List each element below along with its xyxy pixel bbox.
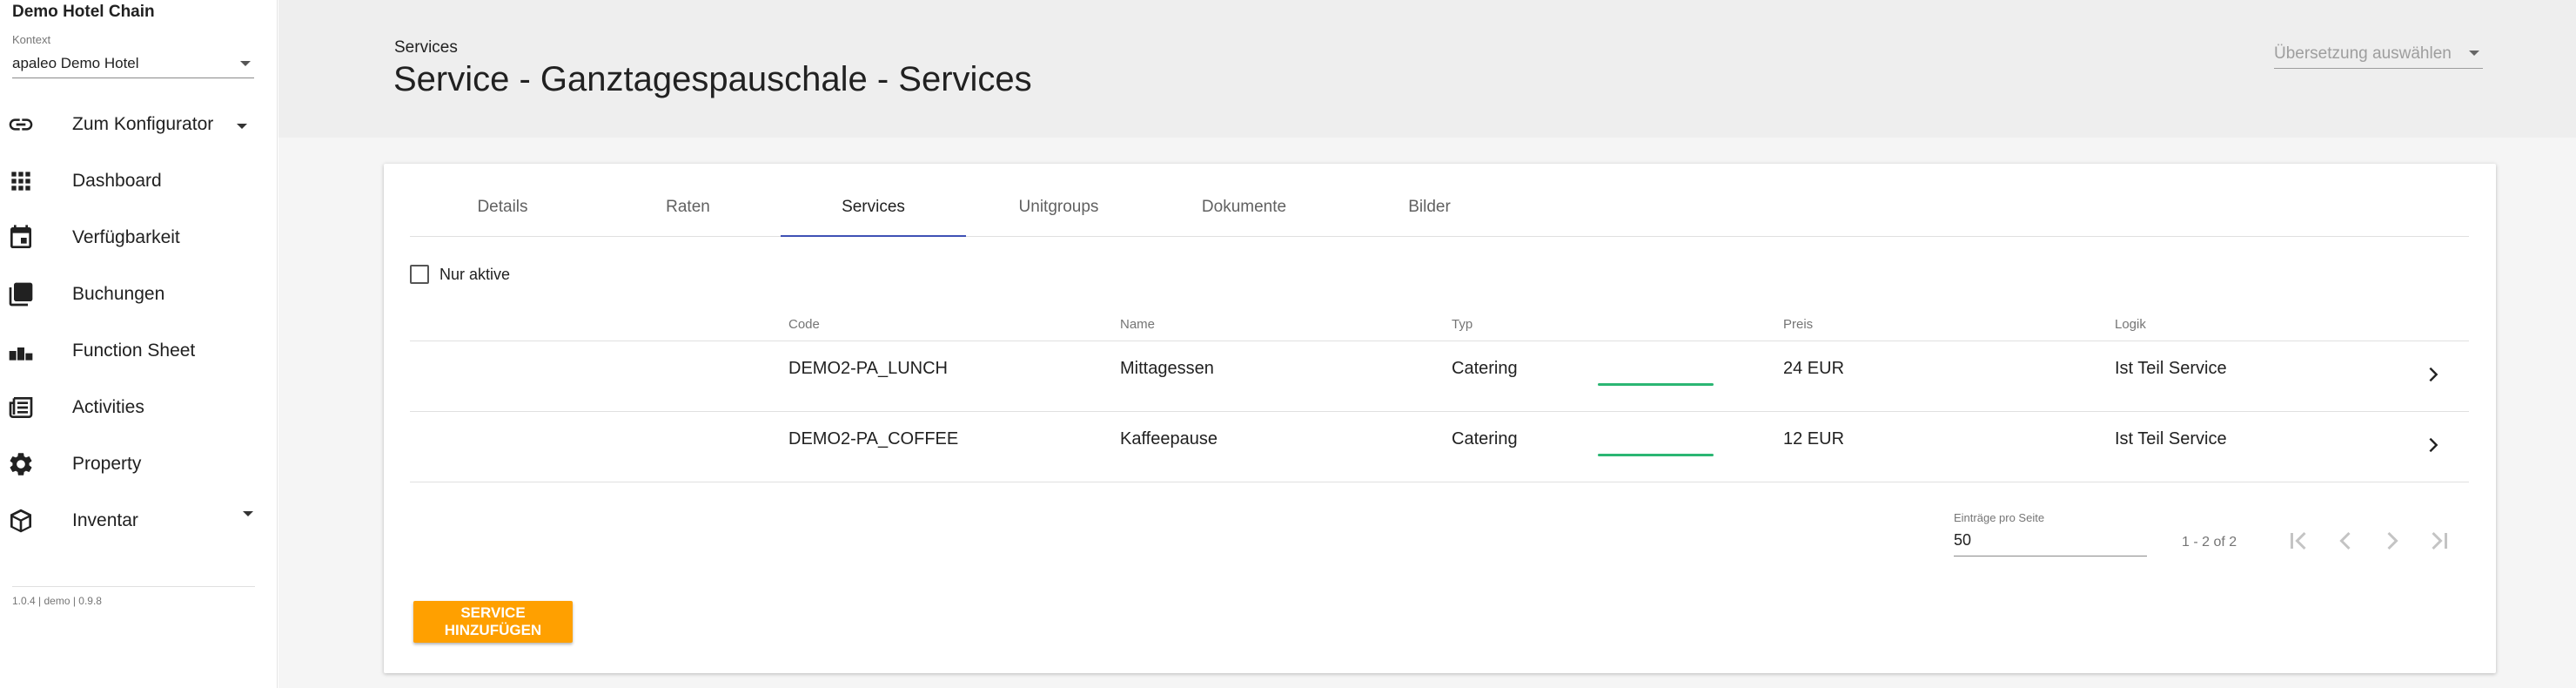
column-header-code: Code bbox=[788, 317, 820, 332]
price-underline bbox=[1598, 383, 1714, 386]
next-page-icon[interactable] bbox=[2377, 525, 2408, 556]
previous-page-icon[interactable] bbox=[2330, 525, 2361, 556]
cell-type: Catering bbox=[1452, 429, 1518, 449]
gear-icon bbox=[10, 453, 32, 476]
breadcrumb[interactable]: Services bbox=[394, 38, 458, 57]
active-only-label: Nur aktive bbox=[439, 266, 511, 283]
cell-logic: Ist Teil Service bbox=[2115, 359, 2227, 378]
tab-bar: Details Raten Services Unitgroups Dokume… bbox=[410, 188, 2469, 237]
calendar-icon bbox=[10, 225, 31, 248]
tab-details[interactable]: Details bbox=[410, 188, 595, 237]
dropdown-caret-icon bbox=[2469, 51, 2479, 56]
cell-code: DEMO2-PA_LUNCH bbox=[788, 359, 948, 378]
first-page-icon[interactable] bbox=[2283, 525, 2314, 556]
dropdown-caret-icon bbox=[240, 61, 251, 66]
chevron-right-icon[interactable] bbox=[2424, 362, 2443, 387]
sidebar-item-label: Activities bbox=[72, 397, 144, 417]
cell-logic: Ist Teil Service bbox=[2115, 429, 2227, 449]
sidebar-item-label: Verfügbarkeit bbox=[72, 227, 180, 247]
active-only-checkbox[interactable] bbox=[410, 265, 429, 284]
translation-select[interactable]: Übersetzung auswählen bbox=[2274, 41, 2483, 69]
tab-unitgroups[interactable]: Unitgroups bbox=[966, 188, 1151, 237]
sidebar-item-label: Buchungen bbox=[72, 284, 165, 304]
copy-stack-icon bbox=[9, 282, 33, 307]
sidebar-item-property[interactable]: Property bbox=[0, 437, 278, 489]
link-icon bbox=[9, 118, 33, 131]
column-header-type: Typ bbox=[1452, 317, 1473, 332]
table-header: Code Name Typ Preis Logik bbox=[410, 303, 2469, 341]
tab-services[interactable]: Services bbox=[781, 188, 966, 237]
add-service-button[interactable]: SERVICE HINZUFÜGEN bbox=[413, 601, 573, 643]
sidebar-item-function-sheet[interactable]: Function Sheet bbox=[0, 324, 278, 376]
price-underline bbox=[1598, 454, 1714, 456]
pagination-range: 1 - 2 of 2 bbox=[2182, 535, 2237, 550]
sidebar-item-label: Property bbox=[72, 454, 142, 474]
chevron-down-icon bbox=[243, 511, 253, 516]
context-select[interactable]: apaleo Demo Hotel bbox=[12, 51, 254, 78]
last-page-icon[interactable] bbox=[2424, 525, 2455, 556]
tab-images[interactable]: Bilder bbox=[1337, 188, 1522, 237]
cube-icon bbox=[10, 509, 31, 533]
cell-code: DEMO2-PA_COFFEE bbox=[788, 429, 959, 449]
per-page-value: 50 bbox=[1954, 531, 1972, 549]
service-card: Details Raten Services Unitgroups Dokume… bbox=[384, 164, 2496, 673]
column-header-price: Preis bbox=[1783, 317, 1814, 332]
context-label: Kontext bbox=[12, 33, 51, 46]
per-page-select[interactable]: 50 bbox=[1954, 528, 2147, 556]
cell-name: Kaffeepause bbox=[1120, 429, 1218, 449]
brand-name: Demo Hotel Chain bbox=[12, 3, 155, 21]
apps-grid-icon bbox=[11, 172, 30, 191]
sidebar-item-inventory[interactable]: Inventar bbox=[0, 494, 278, 546]
tab-rates[interactable]: Raten bbox=[595, 188, 781, 237]
table-row[interactable]: DEMO2-PA_COFFEE Kaffeepause Catering 12 … bbox=[410, 412, 2469, 482]
sidebar-item-label: Function Sheet bbox=[72, 341, 196, 361]
sidebar-item-label: Dashboard bbox=[72, 171, 162, 191]
table-row[interactable]: DEMO2-PA_LUNCH Mittagessen Catering 24 E… bbox=[410, 341, 2469, 412]
tab-documents[interactable]: Dokumente bbox=[1151, 188, 1337, 237]
sidebar-item-label: Zum Konfigurator bbox=[72, 114, 214, 134]
cell-price: 24 EUR bbox=[1783, 359, 1845, 378]
sidebar-item-configurator[interactable]: Zum Konfigurator bbox=[0, 98, 278, 150]
sidebar-item-activities[interactable]: Activities bbox=[0, 381, 278, 433]
per-page-label: Einträge pro Seite bbox=[1954, 511, 2045, 524]
context-value: apaleo Demo Hotel bbox=[12, 55, 139, 71]
chevron-down-icon bbox=[237, 124, 247, 129]
bar-chart-icon bbox=[9, 347, 33, 361]
sidebar: Demo Hotel Chain Kontext apaleo Demo Hot… bbox=[0, 0, 278, 688]
sidebar-item-bookings[interactable]: Buchungen bbox=[0, 267, 278, 320]
column-header-logic: Logik bbox=[2115, 317, 2146, 332]
sidebar-divider bbox=[12, 586, 255, 587]
newspaper-icon bbox=[9, 397, 33, 418]
chevron-right-icon[interactable] bbox=[2424, 433, 2443, 457]
translation-placeholder: Übersetzung auswählen bbox=[2274, 44, 2452, 63]
version-info: 1.0.4 | demo | 0.9.8 bbox=[12, 595, 102, 607]
cell-price: 12 EUR bbox=[1783, 429, 1845, 449]
column-header-name: Name bbox=[1120, 317, 1156, 332]
cell-type: Catering bbox=[1452, 359, 1518, 378]
page-title: Service - Ganztagespauschale - Services bbox=[393, 60, 1032, 98]
sidebar-item-dashboard[interactable]: Dashboard bbox=[0, 154, 278, 206]
cell-name: Mittagessen bbox=[1120, 359, 1214, 378]
sidebar-item-availability[interactable]: Verfügbarkeit bbox=[0, 211, 278, 263]
sidebar-item-label: Inventar bbox=[72, 510, 138, 530]
page-header: Services Service - Ganztagespauschale - … bbox=[278, 0, 2576, 138]
